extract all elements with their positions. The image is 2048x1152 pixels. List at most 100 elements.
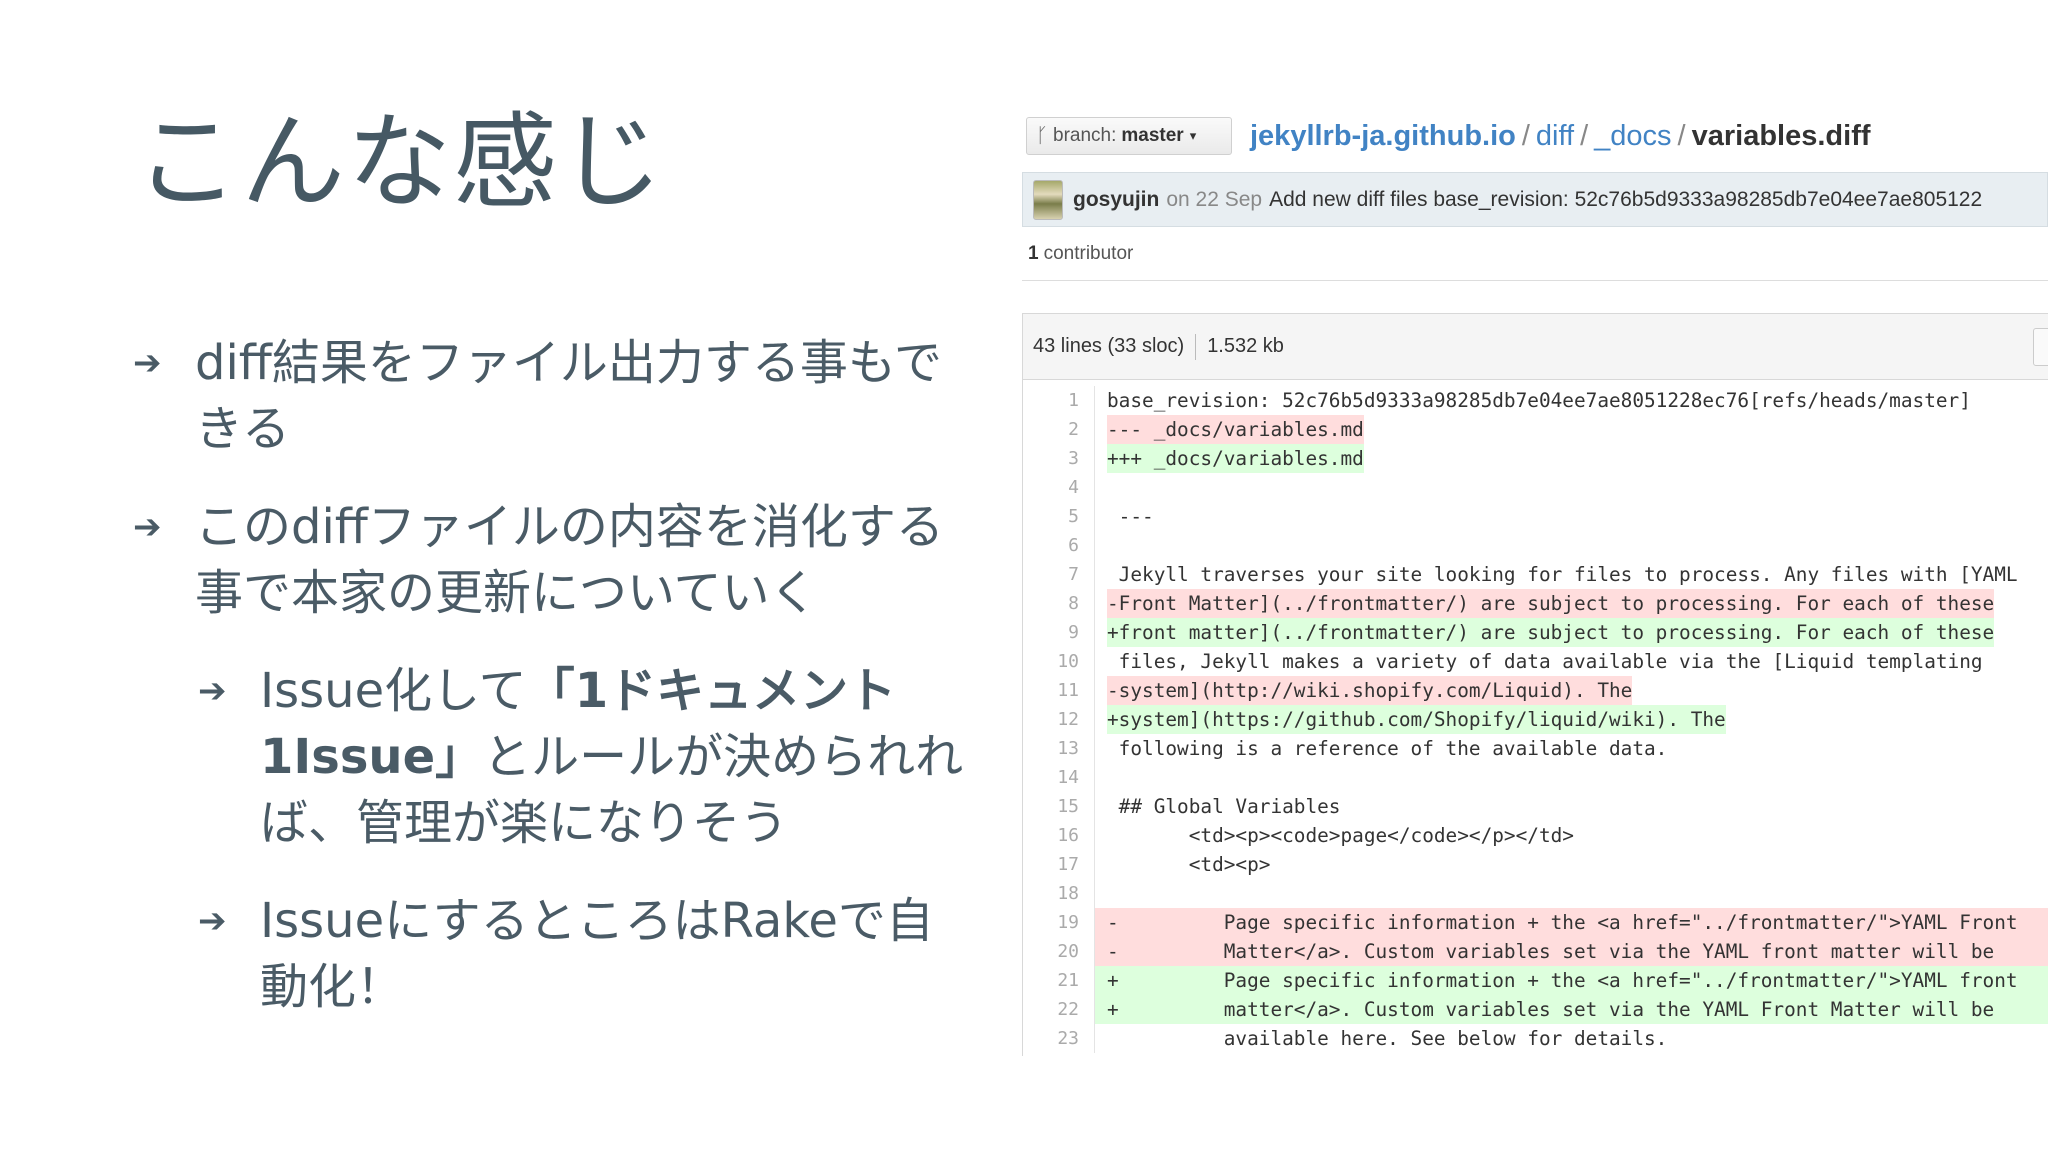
line-number[interactable]: 9 — [1023, 618, 1095, 647]
line-content — [1095, 531, 2048, 560]
branch-name: master — [1121, 125, 1184, 146]
line-number[interactable]: 5 — [1023, 502, 1095, 531]
bullet-item: ➔ このdiffファイルの内容を消化する事で本家の更新についていく — [128, 494, 968, 626]
line-text: available here. See below for details. — [1107, 1027, 1668, 1050]
breadcrumb: jekyllrb-ja.github.io / diff / _docs / variabl… — [1250, 118, 1871, 154]
bullet-text: diff結果をファイル出力する事もできる — [195, 335, 942, 457]
breadcrumb-separator: / — [1580, 120, 1589, 152]
line-number[interactable]: 21 — [1023, 966, 1095, 995]
slide-title: こんな感じ — [135, 101, 666, 223]
avatar[interactable] — [1033, 179, 1063, 220]
code-line: 6 — [1023, 531, 2048, 560]
line-number[interactable]: 7 — [1023, 560, 1095, 589]
commit-author-link[interactable]: gosyujin — [1073, 188, 1159, 212]
branch-icon: ᚴ — [1036, 124, 1048, 147]
file-size: 1.532 kb — [1207, 335, 1284, 357]
arrow-bullet-icon: ➔ — [198, 671, 227, 711]
code-line: 21 + Page specific information + the <a h… — [1023, 966, 2048, 995]
line-number[interactable]: 18 — [1023, 879, 1095, 908]
line-content: -system](http://wiki.shopify.com/Liquid)… — [1095, 676, 2048, 705]
line-number[interactable]: 16 — [1023, 821, 1095, 850]
breadcrumb-repo-link[interactable]: jekyllrb-ja.github.io — [1250, 120, 1516, 152]
line-number[interactable]: 23 — [1023, 1024, 1095, 1053]
raw-button[interactable] — [2033, 328, 2048, 366]
line-number[interactable]: 4 — [1023, 473, 1095, 502]
line-content: - Page specific information + the <a hre… — [1095, 908, 2048, 937]
line-text: +front matter](../frontmatter/) are subj… — [1107, 618, 1995, 647]
line-content: <td><p> — [1095, 850, 2048, 879]
line-text: - Matter</a>. Custom variables set via t… — [1107, 937, 1995, 966]
line-text: -system](http://wiki.shopify.com/Liquid)… — [1107, 676, 1633, 705]
line-number[interactable]: 19 — [1023, 908, 1095, 937]
code-line: 13 following is a reference of the avail… — [1023, 734, 2048, 763]
line-number[interactable]: 13 — [1023, 734, 1095, 763]
sub-bullet-item: ➔ IssueにするところはRakeで自動化！ — [193, 888, 968, 1020]
line-content: ## Global Variables — [1095, 792, 2048, 821]
line-number[interactable]: 22 — [1023, 995, 1095, 1024]
line-text: ## Global Variables — [1107, 795, 1341, 818]
file-info-divider — [1195, 333, 1197, 360]
contributor-count[interactable]: 1 — [1028, 243, 1039, 265]
breadcrumb-dir-link[interactable]: diff — [1536, 120, 1574, 152]
code-line: 4 — [1023, 473, 2048, 502]
line-text: files, Jekyll makes a variety of data av… — [1107, 650, 1983, 673]
code-line: 23 available here. See below for details… — [1023, 1024, 2048, 1053]
breadcrumb-separator: / — [1677, 120, 1686, 152]
line-text: --- — [1107, 505, 1154, 528]
code-line: 10 files, Jekyll makes a variety of data… — [1023, 647, 2048, 676]
line-content — [1095, 879, 2048, 908]
file-box: 43 lines (33 sloc) 1.532 kb 1 base_revisi… — [1022, 313, 2048, 1056]
line-text: <td><p> — [1107, 853, 1271, 876]
line-number[interactable]: 11 — [1023, 676, 1095, 705]
line-number[interactable]: 17 — [1023, 850, 1095, 879]
github-file-screenshot: ᚴ branch: master ▾ jekyllrb-ja.github.io… — [1022, 112, 2048, 1056]
line-text: +++ _docs/variables.md — [1107, 444, 1364, 473]
code-line: 19 - Page specific information + the <a h… — [1023, 908, 2048, 937]
code-line: 22 + matter</a>. Custom variables set via… — [1023, 995, 2048, 1024]
line-content: + Page specific information + the <a hre… — [1095, 966, 2048, 995]
line-content: available here. See below for details. — [1095, 1024, 2048, 1053]
line-content: <td><p><code>page</code></p></td> — [1095, 821, 2048, 850]
breadcrumb-file-name: variables.diff — [1691, 120, 1871, 152]
line-number[interactable]: 1 — [1023, 386, 1095, 415]
line-text: + Page specific information + the <a hre… — [1107, 966, 2018, 995]
line-number[interactable]: 2 — [1023, 415, 1095, 444]
code-line: 18 — [1023, 879, 2048, 908]
line-number[interactable]: 20 — [1023, 937, 1095, 966]
line-number[interactable]: 12 — [1023, 705, 1095, 734]
line-number[interactable]: 3 — [1023, 444, 1095, 473]
line-text: --- _docs/variables.md — [1107, 415, 1364, 444]
line-content: files, Jekyll makes a variety of data av… — [1095, 647, 2048, 676]
breadcrumb-separator: / — [1521, 120, 1530, 152]
code-line: 9 +front matter](../frontmatter/) are sub… — [1023, 618, 2048, 647]
breadcrumb-dir-link[interactable]: _docs — [1594, 120, 1671, 152]
line-number[interactable]: 8 — [1023, 589, 1095, 618]
code-line: 17 <td><p> — [1023, 850, 2048, 879]
line-number[interactable]: 15 — [1023, 792, 1095, 821]
line-text: <td><p><code>page</code></p></td> — [1107, 824, 1574, 847]
contributor-label[interactable]: contributor — [1044, 243, 1134, 265]
line-text: Jekyll traverses your site looking for f… — [1107, 563, 2018, 586]
commit-tease: gosyujin on 22 Sep Add new diff files ba… — [1022, 172, 2048, 227]
commit-message-link[interactable]: Add new diff files base_revision: 52c76b… — [1269, 188, 1982, 212]
file-header: 43 lines (33 sloc) 1.532 kb — [1023, 314, 2048, 380]
code-line: 3 +++ _docs/variables.md — [1023, 444, 2048, 473]
code-line: 12 +system](https://github.com/Shopify/li… — [1023, 705, 2048, 734]
line-number[interactable]: 10 — [1023, 647, 1095, 676]
line-number[interactable]: 14 — [1023, 763, 1095, 792]
line-content: base_revision: 52c76b5d9333a98285db7e04e… — [1095, 386, 2048, 415]
bullet-text: IssueにするところはRakeで自動化！ — [260, 893, 934, 1015]
line-content — [1095, 473, 2048, 502]
bullet-text: Issue化して「1ドキュメント1Issue」とルールが決められれば、管理が楽に… — [260, 663, 963, 851]
bullet-text-prefix: Issue化して — [260, 663, 527, 719]
line-number[interactable]: 6 — [1023, 531, 1095, 560]
file-navigation: ᚴ branch: master ▾ jekyllrb-ja.github.io… — [1022, 112, 2048, 160]
line-content — [1095, 763, 2048, 792]
code-line: 20 - Matter</a>. Custom variables set via… — [1023, 937, 2048, 966]
code-view: 1 base_revision: 52c76b5d9333a98285db7e04… — [1023, 380, 2048, 1053]
line-content: --- — [1095, 502, 2048, 531]
branch-select-button[interactable]: ᚴ branch: master ▾ — [1026, 117, 1232, 155]
code-line: 14 — [1023, 763, 2048, 792]
line-text: - Page specific information + the <a hre… — [1107, 908, 2018, 937]
bullet-item: ➔ diff結果をファイル出力する事もできる — [128, 330, 968, 462]
